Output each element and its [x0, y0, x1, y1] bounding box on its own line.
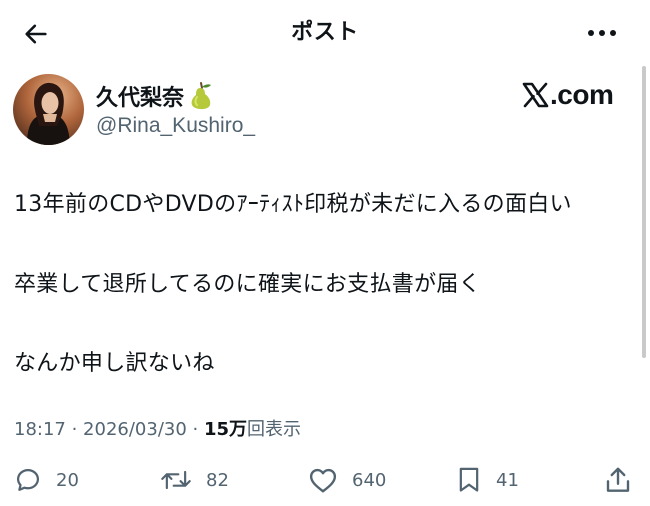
- views-label: 回表示: [247, 419, 302, 440]
- share-button[interactable]: [604, 462, 632, 498]
- watermark-text: .com: [550, 79, 614, 110]
- top-bar: ポスト: [0, 0, 650, 64]
- retweet-count: 82: [206, 469, 229, 491]
- more-options-button[interactable]: [580, 18, 624, 48]
- avatar[interactable]: [13, 74, 84, 145]
- views-count[interactable]: 15万: [204, 419, 247, 440]
- retweet-icon: [161, 470, 191, 490]
- bookmark-count: 41: [496, 469, 519, 491]
- tweet-text-line: 卒業して退所してるのに確実にお支払書が届く: [14, 272, 481, 297]
- x-com-watermark: .com: [522, 79, 614, 111]
- author-name-row: 久代梨奈: [96, 80, 214, 112]
- reply-icon: [16, 468, 40, 491]
- author-display-name[interactable]: 久代梨奈: [96, 80, 184, 112]
- reply-button[interactable]: 20: [14, 462, 79, 498]
- bookmark-button[interactable]: 41: [456, 462, 519, 498]
- post-time[interactable]: 18:17: [14, 419, 66, 440]
- retweet-button[interactable]: 82: [160, 462, 229, 498]
- page-title: ポスト: [291, 20, 359, 45]
- like-count: 640: [352, 469, 387, 491]
- tweet-text-line: なんか申し訳ないね: [14, 351, 215, 376]
- tweet-text-line: 13年前のCDやDVDのｱｰﾃｨｽﾄ印税が未だに入るの面白い: [14, 192, 572, 217]
- post-detail-page: ポスト 久代梨奈 @Rina_Kushiro_ .com 13年前のCDやDVD…: [0, 0, 650, 506]
- author-handle[interactable]: @Rina_Kushiro_: [96, 114, 255, 138]
- reply-count: 20: [56, 469, 79, 491]
- heart-icon: [309, 468, 337, 493]
- scrollbar[interactable]: [642, 66, 646, 358]
- post-date[interactable]: 2026/03/30: [83, 419, 187, 440]
- more-horizontal-icon: [588, 30, 616, 36]
- meta-separator: ·: [186, 419, 204, 440]
- bookmark-icon: [459, 467, 479, 492]
- meta-separator: ·: [65, 419, 84, 440]
- x-logo-icon: [522, 82, 549, 108]
- share-icon: [606, 467, 630, 492]
- like-button[interactable]: 640: [308, 462, 386, 498]
- post-meta: 18:17 · 2026/03/30 · 15万回表示: [14, 415, 301, 441]
- pear-emoji-icon: [188, 81, 214, 111]
